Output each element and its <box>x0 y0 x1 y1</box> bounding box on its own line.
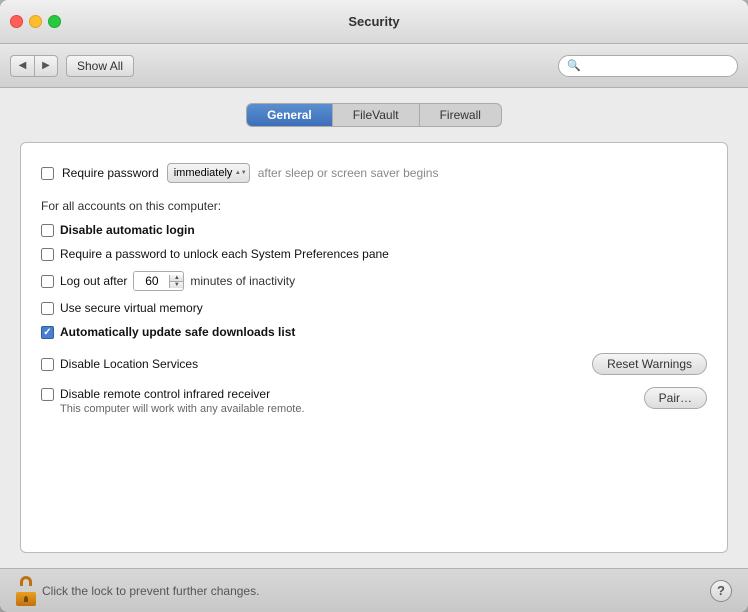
minimize-button[interactable] <box>29 15 42 28</box>
disable-login-row: Disable automatic login <box>41 223 707 237</box>
tabs: General FileVault Firewall <box>246 103 502 127</box>
minutes-input[interactable] <box>134 271 169 291</box>
remote-left: Disable remote control infrared receiver… <box>41 387 644 415</box>
settings-items: Disable automatic login Require a passwo… <box>41 223 707 339</box>
remote-subtext: This computer will work with any availab… <box>41 403 644 415</box>
maximize-button[interactable] <box>48 15 61 28</box>
disable-login-checkbox[interactable] <box>41 224 54 237</box>
auto-update-checkbox[interactable] <box>41 326 54 339</box>
remote-control-checkbox[interactable] <box>41 388 54 401</box>
require-unlock-row: Require a password to unlock each System… <box>41 247 707 261</box>
forward-button[interactable]: ▶ <box>34 55 58 77</box>
auto-update-row: Automatically update safe downloads list <box>41 325 707 339</box>
require-password-checkbox[interactable] <box>41 167 54 180</box>
toolbar: ◀ ▶ Show All 🔍 <box>0 44 748 88</box>
auto-update-label: Automatically update safe downloads list <box>60 325 295 339</box>
password-timing-dropdown[interactable]: immediately 5 seconds 1 minute 5 minutes… <box>167 163 250 183</box>
location-services-label: Disable Location Services <box>60 357 198 371</box>
lock-icon[interactable] <box>16 576 42 606</box>
traffic-lights <box>10 15 61 28</box>
reset-warnings-button[interactable]: Reset Warnings <box>592 353 707 375</box>
minutes-label: minutes of inactivity <box>190 274 295 288</box>
tabs-container: General FileVault Firewall <box>20 103 728 127</box>
logout-checkbox[interactable] <box>41 275 54 288</box>
minutes-input-wrapper: ▲ ▼ <box>133 271 184 291</box>
require-password-label: Require password <box>62 166 159 180</box>
require-unlock-label: Require a password to unlock each System… <box>60 247 389 261</box>
require-password-row: Require password immediately 5 seconds 1… <box>41 163 707 183</box>
secure-memory-label: Use secure virtual memory <box>60 301 203 315</box>
search-input[interactable] <box>585 59 729 73</box>
window-title: Security <box>348 14 399 29</box>
require-unlock-checkbox[interactable] <box>41 248 54 261</box>
titlebar: Security <box>0 0 748 44</box>
footer: Click the lock to prevent further change… <box>0 568 748 612</box>
search-box: 🔍 <box>558 55 738 77</box>
help-button[interactable]: ? <box>710 580 732 602</box>
tab-firewall[interactable]: Firewall <box>420 104 501 126</box>
secure-memory-row: Use secure virtual memory <box>41 301 707 315</box>
disable-login-label: Disable automatic login <box>60 223 195 237</box>
immediately-dropdown-wrapper: immediately 5 seconds 1 minute 5 minutes… <box>167 163 250 183</box>
location-services-row: Disable Location Services Reset Warnings <box>41 353 707 375</box>
location-services-checkbox[interactable] <box>41 358 54 371</box>
secure-memory-checkbox[interactable] <box>41 302 54 315</box>
remote-control-section: Disable remote control infrared receiver… <box>41 387 707 415</box>
stepper-down[interactable]: ▼ <box>170 282 183 288</box>
remote-control-label: Disable remote control infrared receiver <box>60 387 270 401</box>
tab-general[interactable]: General <box>247 104 333 126</box>
show-all-button[interactable]: Show All <box>66 55 134 77</box>
stepper-up[interactable]: ▲ <box>170 275 183 282</box>
general-panel: Require password immediately 5 seconds 1… <box>20 142 728 553</box>
close-button[interactable] <box>10 15 23 28</box>
remote-pair-row: Disable remote control infrared receiver… <box>41 387 707 415</box>
search-icon: 🔍 <box>567 59 581 72</box>
nav-buttons: ◀ ▶ <box>10 55 58 77</box>
after-sleep-label: after sleep or screen saver begins <box>258 166 439 180</box>
lock-text: Click the lock to prevent further change… <box>42 584 259 598</box>
logout-after-row: Log out after ▲ ▼ minutes of inactivity <box>41 271 707 291</box>
tab-filevault[interactable]: FileVault <box>333 104 420 126</box>
main-content: General FileVault Firewall Require passw… <box>0 88 748 568</box>
location-checkbox-row: Disable Location Services <box>41 357 198 371</box>
pair-button[interactable]: Pair… <box>644 387 707 409</box>
remote-checkbox-row: Disable remote control infrared receiver <box>41 387 644 401</box>
window: Security ◀ ▶ Show All 🔍 General FileVaul… <box>0 0 748 612</box>
accounts-label: For all accounts on this computer: <box>41 199 707 213</box>
minutes-stepper: ▲ ▼ <box>169 275 183 288</box>
back-button[interactable]: ◀ <box>10 55 34 77</box>
logout-label: Log out after <box>60 274 127 288</box>
